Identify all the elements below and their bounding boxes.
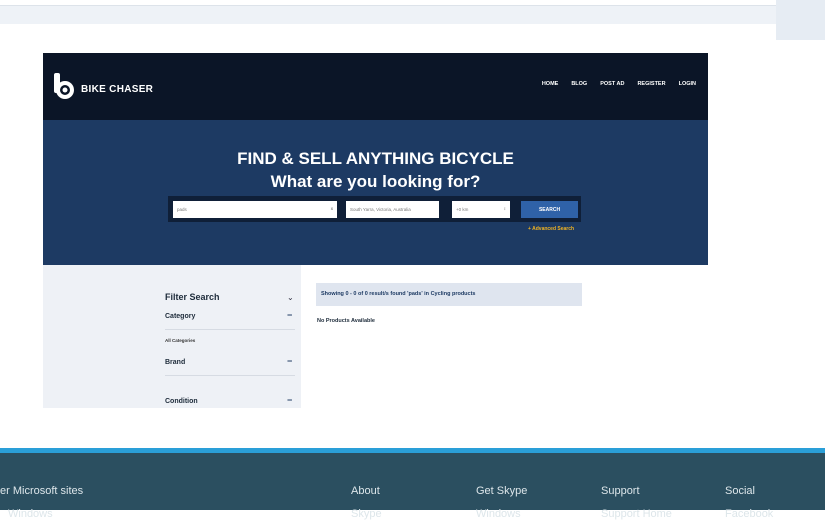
- chevron-down-icon[interactable]: ⌄: [287, 293, 294, 302]
- radius-value: +0 km: [456, 207, 469, 212]
- brand-name[interactable]: BIKE CHASER: [81, 84, 153, 95]
- hero-subtitle: What are you looking for?: [270, 172, 481, 191]
- footer-heading-microsoft-sites: er Microsoft sites: [0, 485, 84, 497]
- all-categories-option[interactable]: All Categories: [165, 338, 195, 343]
- footer-heading-get-skype: Get Skype: [476, 485, 528, 497]
- nav-links: HOME BLOG POST AD REGISTER LOGIN: [542, 81, 696, 87]
- nav-register[interactable]: REGISTER: [637, 81, 665, 87]
- clear-icon[interactable]: x: [331, 206, 333, 211]
- footer-heading-support: Support: [601, 485, 640, 497]
- nav-home[interactable]: HOME: [542, 81, 559, 87]
- site-navbar: BIKE CHASER HOME BLOG POST AD REGISTER L…: [43, 53, 708, 120]
- embedded-screenshot: BIKE CHASER HOME BLOG POST AD REGISTER L…: [43, 53, 708, 408]
- bike-chaser-logo-icon[interactable]: [53, 73, 75, 101]
- advanced-search-link[interactable]: + Advanced Search: [528, 226, 574, 232]
- stepper-icon[interactable]: ↕: [504, 206, 506, 211]
- search-input[interactable]: pads x: [173, 201, 337, 218]
- brand-collapse-icon[interactable]: −: [287, 356, 292, 366]
- category-heading[interactable]: Category: [165, 313, 195, 320]
- condition-heading[interactable]: Condition: [165, 398, 198, 405]
- footer-heading-about: About: [351, 485, 380, 497]
- filter-search-title[interactable]: Filter Search: [165, 292, 220, 302]
- search-button[interactable]: SEARCH: [521, 201, 578, 218]
- hero-title: FIND & SELL ANYTHING BICYCLE: [237, 149, 514, 168]
- no-products-message: No Products Available: [317, 318, 375, 324]
- filter-sidebar: Filter Search ⌄ Category − All Categorie…: [43, 265, 301, 408]
- hero-section: FIND & SELL ANYTHING BICYCLE What are yo…: [43, 120, 708, 265]
- category-collapse-icon[interactable]: −: [287, 310, 292, 320]
- results-summary: Showing 0 - 0 of 0 result/s found 'pads'…: [316, 283, 582, 306]
- divider: [165, 375, 295, 376]
- nav-login[interactable]: LOGIN: [679, 81, 696, 87]
- search-input-value: pads: [177, 207, 187, 212]
- radius-select[interactable]: +0 km ↕: [452, 201, 510, 218]
- brand-heading[interactable]: Brand: [165, 359, 185, 366]
- location-input[interactable]: South Yarra, Victoria, Australia: [346, 201, 439, 218]
- top-strip: [0, 0, 776, 6]
- right-panel: [776, 0, 825, 40]
- nav-post-ad[interactable]: POST AD: [600, 81, 624, 87]
- browser-top-area: [0, 0, 825, 40]
- condition-collapse-icon[interactable]: −: [287, 395, 292, 405]
- divider: [165, 329, 295, 330]
- footer: er Microsoft sites About Get Skype Suppo…: [0, 448, 825, 520]
- nav-blog[interactable]: BLOG: [571, 81, 587, 87]
- footer-heading-social: Social: [725, 485, 755, 497]
